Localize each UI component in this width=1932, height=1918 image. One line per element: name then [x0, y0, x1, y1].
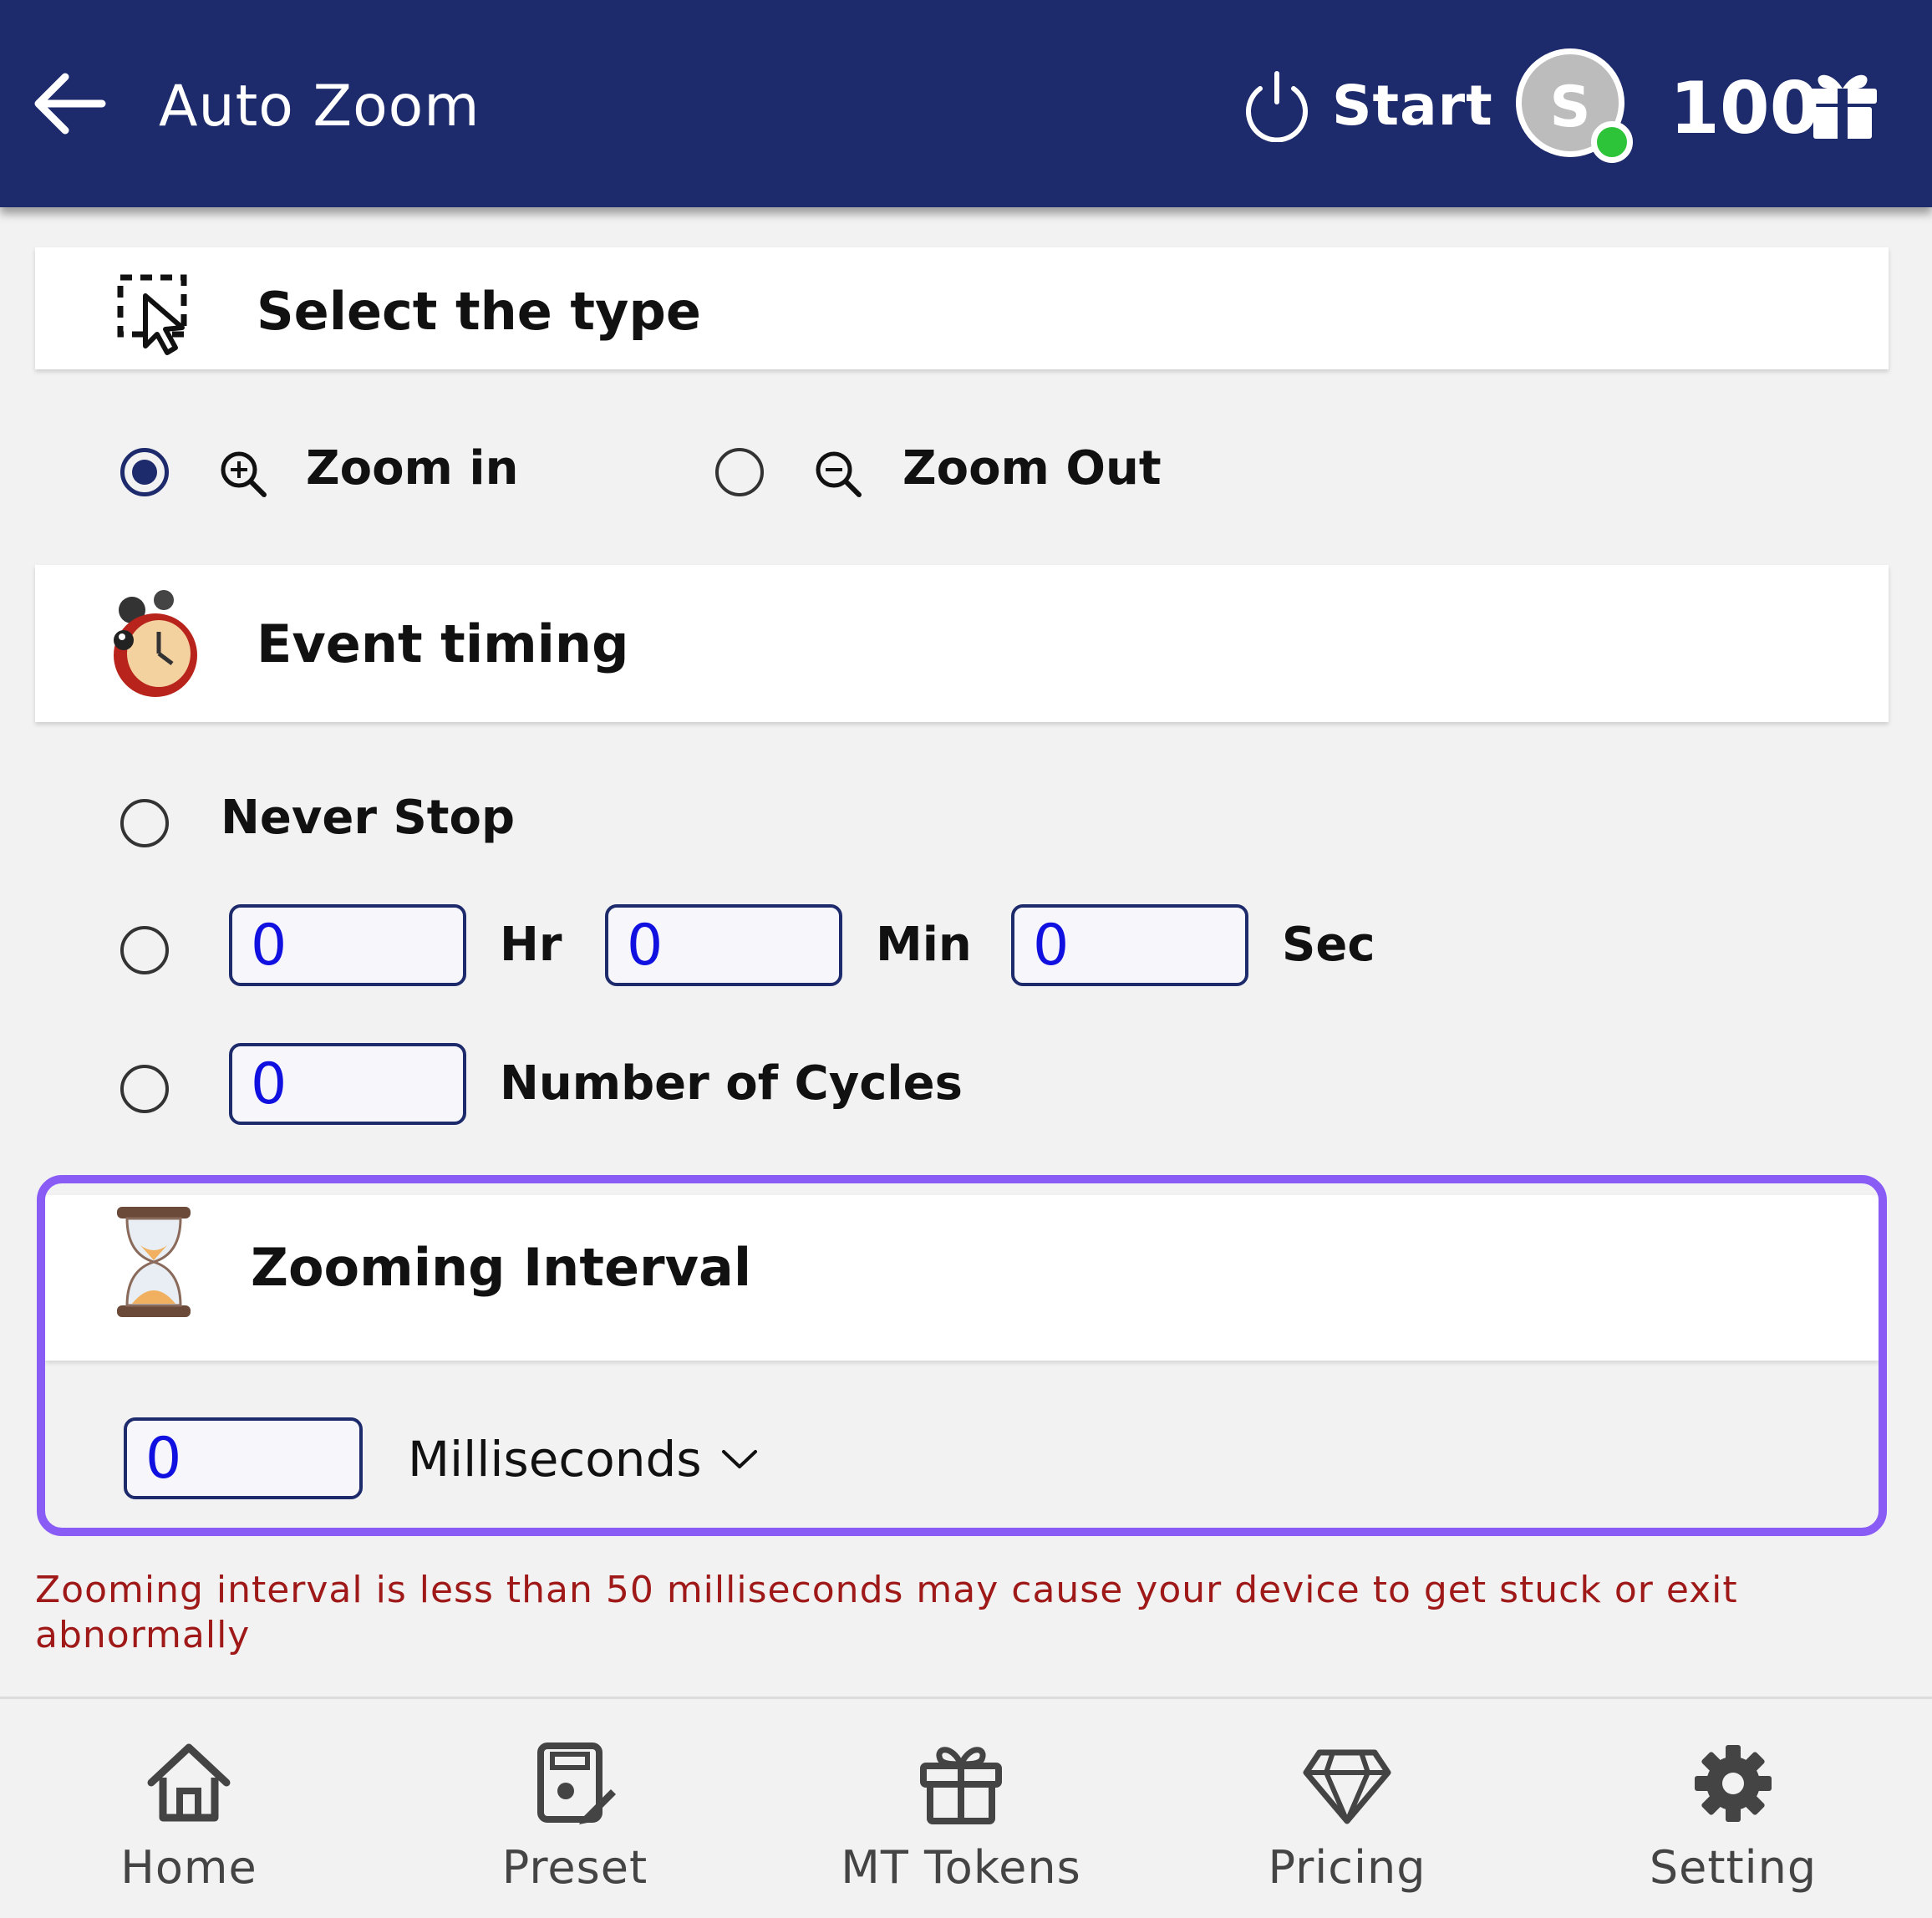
- nav-setting-label: Setting: [1649, 1841, 1818, 1894]
- token-count: 100: [1670, 67, 1820, 150]
- hourglass-icon: [117, 1207, 191, 1317]
- diamond-icon: [1303, 1749, 1391, 1824]
- hours-input[interactable]: [229, 904, 466, 986]
- zooming-interval-header: Zooming Interval: [45, 1195, 1879, 1361]
- never-stop-radio[interactable]: [120, 799, 169, 847]
- select-type-title: Select the type: [257, 281, 701, 342]
- zooming-interval-title: Zooming Interval: [251, 1237, 752, 1298]
- nav-pricing[interactable]: Pricing: [1222, 1699, 1472, 1918]
- nav-home-label: Home: [120, 1841, 257, 1894]
- online-status-dot: [1591, 121, 1633, 163]
- minutes-unit-label: Min: [876, 918, 972, 972]
- cycles-input[interactable]: [229, 1043, 466, 1125]
- duration-radio[interactable]: [120, 926, 169, 974]
- event-timing-header: Event timing: [35, 565, 1889, 722]
- bottom-navigation: Home Preset MT Tokens Pricing Setting: [0, 1697, 1932, 1918]
- interval-input[interactable]: [124, 1417, 363, 1499]
- select-type-header: Select the type: [35, 247, 1889, 369]
- gear-icon: [1695, 1745, 1772, 1822]
- power-icon[interactable]: [1242, 69, 1312, 142]
- nav-setting[interactable]: Setting: [1608, 1699, 1858, 1918]
- seconds-input[interactable]: [1011, 904, 1248, 986]
- nav-mt-tokens-label: MT Tokens: [841, 1841, 1081, 1894]
- interval-warning-text: Zooming interval is less than 50 millise…: [35, 1569, 1738, 1656]
- zoom-out-icon: [816, 451, 862, 497]
- cycles-label: Number of Cycles: [500, 1056, 963, 1111]
- chevron-down-icon: [721, 1450, 757, 1468]
- back-arrow-icon[interactable]: [32, 69, 107, 139]
- interval-unit-dropdown[interactable]: Milliseconds: [408, 1431, 759, 1488]
- gift-icon[interactable]: [1805, 65, 1880, 140]
- nav-preset-label: Preset: [501, 1841, 648, 1894]
- zoom-in-icon: [221, 451, 267, 497]
- page-title: Auto Zoom: [159, 74, 480, 140]
- cycles-radio[interactable]: [120, 1065, 169, 1113]
- event-timing-title: Event timing: [257, 613, 629, 674]
- nav-home[interactable]: Home: [64, 1699, 314, 1918]
- hours-unit-label: Hr: [500, 918, 562, 972]
- interval-unit-label: Milliseconds: [408, 1431, 702, 1488]
- seconds-unit-label: Sec: [1282, 918, 1375, 972]
- gift-icon: [920, 1747, 1002, 1824]
- selection-cursor-icon: [117, 274, 187, 355]
- zoom-out-radio[interactable]: [715, 448, 764, 496]
- zoom-in-radio[interactable]: [120, 448, 169, 496]
- nav-preset[interactable]: Preset: [450, 1699, 700, 1918]
- never-stop-label[interactable]: Never Stop: [221, 791, 515, 845]
- nav-pricing-label: Pricing: [1268, 1841, 1426, 1894]
- nav-mt-tokens[interactable]: MT Tokens: [836, 1699, 1086, 1918]
- minutes-input[interactable]: [605, 904, 842, 986]
- top-app-bar: Auto Zoom Start S 100: [0, 0, 1932, 207]
- preset-icon: [537, 1742, 616, 1824]
- start-button[interactable]: Start: [1332, 74, 1493, 138]
- zoom-in-label[interactable]: Zoom in: [306, 441, 518, 496]
- home-icon: [147, 1743, 231, 1822]
- zoom-out-label[interactable]: Zoom Out: [902, 441, 1162, 496]
- alarm-clock-icon: [114, 590, 197, 697]
